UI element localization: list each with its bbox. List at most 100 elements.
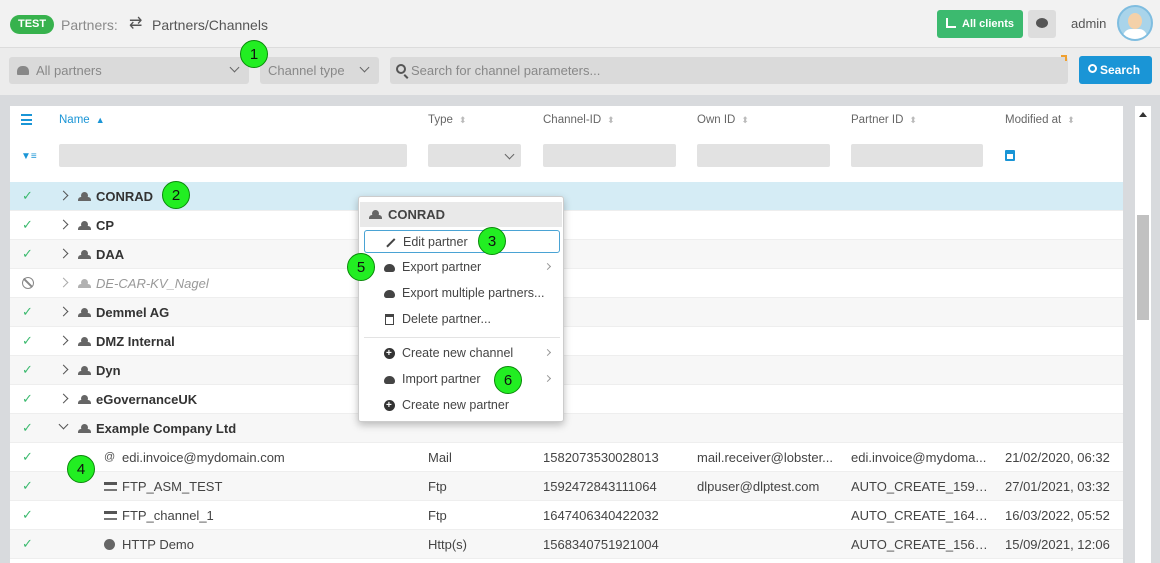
avatar[interactable] [1117,5,1153,41]
partner-name: CONRAD [96,189,154,204]
modified-at: 21/02/2020, 06:32 [1005,450,1110,465]
chevron-right-icon[interactable] [58,306,69,317]
chevron-right-icon[interactable] [58,335,69,346]
channel-name: edi.invoice@mydomain.com [122,450,285,465]
chevron-right-icon[interactable] [58,393,69,404]
annotation-marker: 6 [494,366,522,394]
column-header-channel-id[interactable]: Channel-ID ⬍ [543,114,615,126]
partners-select[interactable]: All partners [9,57,249,84]
chevron-down-icon [504,149,515,160]
channel-id: 1647406340422032 [543,508,659,523]
table-row[interactable]: ✓ DAA [10,240,1123,269]
name-filter-input[interactable] [59,144,407,167]
table-row[interactable]: ✓ CP [10,211,1123,240]
own-id: dlpuser@dlptest.com [697,479,820,494]
calendar-icon[interactable] [1005,150,1015,161]
chevron-down-icon [229,62,240,73]
channel-id-filter-input[interactable] [543,144,676,167]
column-header-name[interactable]: Name ▲ [59,114,105,126]
column-header-type[interactable]: Type ⬍ [428,114,466,126]
sort-icon: ⬍ [909,115,917,125]
all-clients-button[interactable]: All clients [937,10,1023,38]
chat-icon [1036,18,1048,28]
column-header-modified-at[interactable]: Modified at ⬍ [1005,114,1075,126]
menu-item-create-new-partner[interactable]: Create new partner [364,394,560,417]
globe-icon [104,539,115,550]
sort-icon: ⬍ [1067,115,1075,125]
partner-id: edi.invoice@mydoma... [851,450,987,465]
table-row[interactable]: ✓ DMZ Internal [10,327,1123,356]
partner-icon [78,279,91,288]
partner-name: CP [96,218,115,233]
partner-icon [369,210,382,219]
channel-type: Mail [428,450,452,465]
channel-type: Http(s) [428,537,467,552]
partner-name: DE-CAR-KV_Nagel [96,276,209,291]
modified-at: 16/03/2022, 05:52 [1005,508,1110,523]
partner-icon [78,337,91,346]
active-check-icon: ✓ [22,217,33,232]
table-row[interactable]: ✓ Dyn [10,356,1123,385]
search-button[interactable]: Search [1079,56,1152,84]
column-header-own-id[interactable]: Own ID ⬍ [697,114,749,126]
all-clients-label: All clients [962,18,1014,30]
column-header-channel-id-label: Channel-ID [543,114,602,126]
table-row[interactable]: ✓ HTTP Demo Http(s) 1568340751921004 AUT… [10,530,1123,559]
annotation-marker: 4 [67,455,95,483]
annotation-marker: 3 [478,227,506,255]
search-icon [396,64,406,74]
own-id-filter-input[interactable] [697,144,830,167]
active-check-icon: ✓ [22,507,33,522]
scrollbar-thumb[interactable] [1137,215,1149,320]
menu-divider [364,337,560,338]
annotation-marker: 5 [347,253,375,281]
menu-item-create-new-channel[interactable]: Create new channel [364,342,560,365]
scroll-up-arrow-icon[interactable] [1139,112,1147,117]
chart-icon [946,18,956,28]
partner-id-filter-input[interactable] [851,144,983,167]
at-icon: @ [104,451,116,463]
active-check-icon: ✓ [22,391,33,406]
channel-type-select[interactable]: Channel type [260,57,379,84]
channel-name: FTP_channel_1 [122,508,214,523]
menu-item-export-multiple-partners[interactable]: Export multiple partners... [364,282,560,305]
column-header-partner-id[interactable]: Partner ID ⬍ [851,114,917,126]
resize-corner-icon [1061,55,1067,61]
username[interactable]: admin [1071,16,1106,31]
table-row[interactable]: DE-CAR-KV_Nagel [10,269,1123,298]
chat-button[interactable] [1028,10,1056,38]
column-header-name-label: Name [59,114,90,126]
breadcrumb-root[interactable]: Partners: [61,17,118,33]
partner-icon [78,366,91,375]
menu-item-export-partner[interactable]: Export partner [364,256,560,279]
partner-icon [78,424,91,433]
table-row[interactable]: ✓ eGovernanceUK [10,385,1123,414]
column-header-modified-at-label: Modified at [1005,114,1062,126]
table-row[interactable]: ✓ FTP_ASM_TEST Ftp 1592472843111064 dlpu… [10,472,1123,501]
scrollbar[interactable] [1135,106,1151,563]
chevron-right-icon[interactable] [58,190,69,201]
chevron-down-icon[interactable] [58,419,69,430]
menu-item-label: Import partner [402,372,481,386]
chevron-right-icon[interactable] [58,277,69,288]
table-row[interactable]: ✓ Demmel AG [10,298,1123,327]
channel-type: Ftp [428,479,447,494]
chevron-right-icon[interactable] [58,219,69,230]
table-row[interactable]: ✓ @ edi.invoice@mydomain.com Mail 158207… [10,443,1123,472]
chevron-right-icon[interactable] [58,364,69,375]
table-row[interactable]: ✓ Example Company Ltd [10,414,1123,443]
search-input[interactable] [390,57,1068,84]
active-check-icon: ✓ [22,304,33,319]
menu-item-import-partner[interactable]: Import partner [364,368,560,391]
chevron-right-icon[interactable] [58,248,69,259]
channel-id: 1582073530028013 [543,450,659,465]
type-filter-select[interactable] [428,144,521,167]
partner-name: Demmel AG [96,305,170,320]
column-menu-icon[interactable] [21,114,32,125]
partner-id: AUTO_CREATE_16474... [851,508,991,523]
filter-toggle-icon[interactable]: ▼≡ [21,151,37,162]
disabled-icon [22,277,34,289]
table-row[interactable]: ✓ FTP_channel_1 Ftp 1647406340422032 AUT… [10,501,1123,530]
menu-item-edit-partner[interactable]: Edit partner [364,230,560,253]
menu-item-delete-partner[interactable]: Delete partner... [364,308,560,331]
